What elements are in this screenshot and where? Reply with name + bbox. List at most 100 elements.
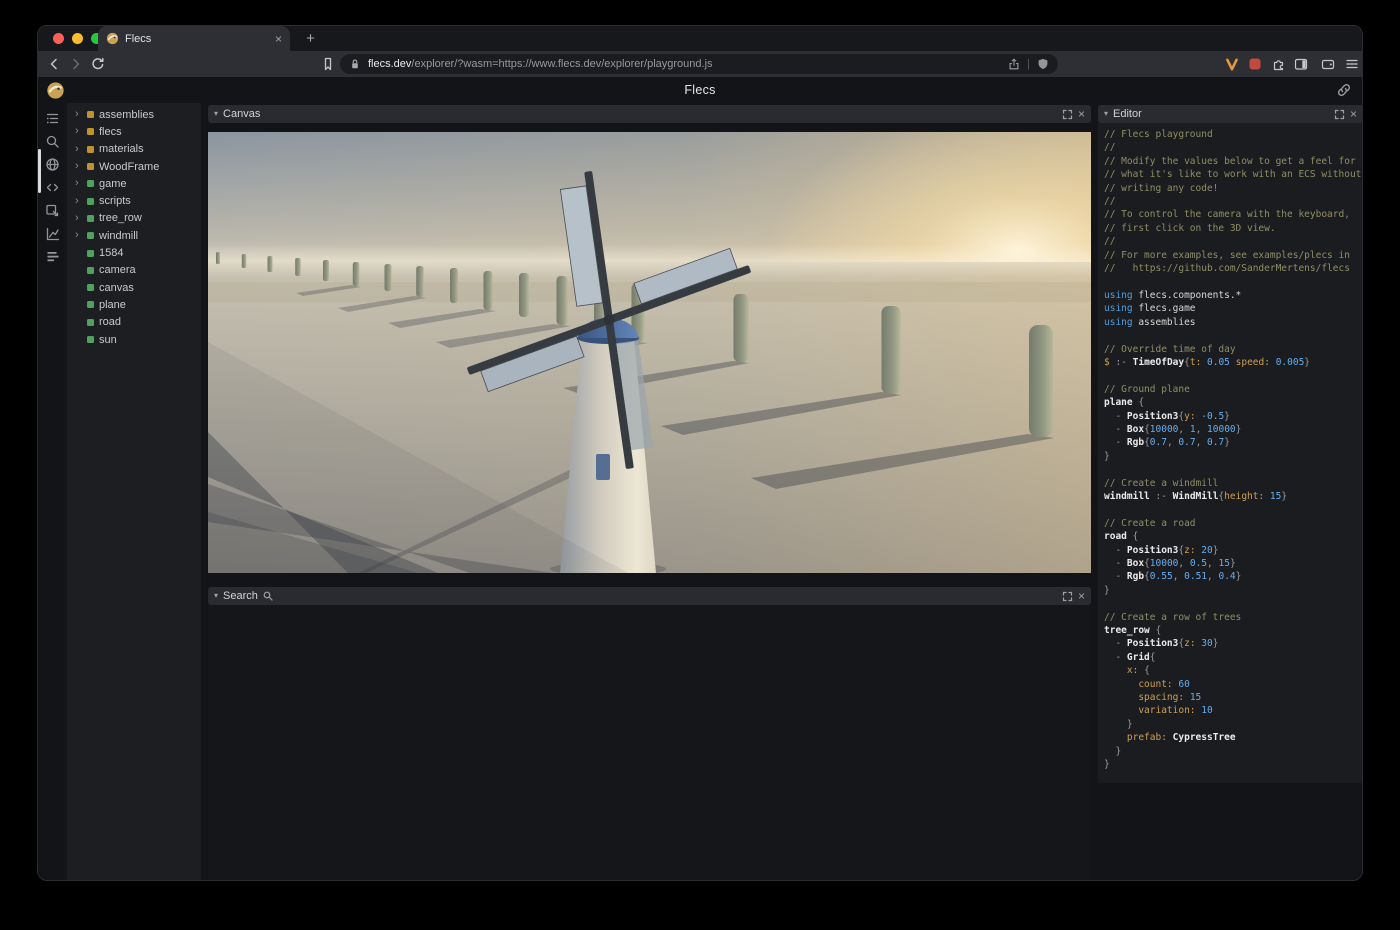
tree-item-label: flecs (99, 126, 122, 138)
tree-item-label: windmill (99, 230, 138, 242)
flecs-favicon (106, 32, 119, 45)
tree-item-1584[interactable]: ›1584 (67, 244, 201, 261)
code-icon[interactable] (45, 179, 61, 195)
expand-arrow-icon[interactable]: › (75, 213, 82, 224)
window-minimize-button[interactable] (72, 33, 83, 44)
tree-item-label: scripts (99, 195, 131, 207)
vpn-icon[interactable] (1224, 56, 1240, 72)
tree-item-scripts[interactable]: › scripts (67, 192, 201, 209)
tree-item-tree_row[interactable]: › tree_row (67, 210, 201, 227)
canvas-3d-view[interactable] (208, 132, 1091, 573)
windmill-scene (208, 132, 1091, 573)
tree-item-WoodFrame[interactable]: › WoodFrame (67, 158, 201, 175)
tree-item-label: WoodFrame (99, 161, 159, 173)
search-panel-body[interactable] (208, 605, 1091, 881)
entity-kind-swatch (87, 146, 94, 153)
search-icon[interactable] (45, 133, 61, 149)
inspect-icon[interactable] (45, 202, 61, 218)
browser-toolbar: flecs.dev/explorer/?wasm=https://www.fle… (38, 51, 1362, 77)
canvas-panel-header[interactable]: ▾ Canvas × (208, 105, 1091, 123)
shield-icon[interactable] (1036, 57, 1050, 71)
editor-panel-title: Editor (1113, 108, 1142, 120)
collapse-chevron-icon[interactable]: ▾ (214, 592, 218, 600)
menu-icon[interactable] (1344, 56, 1360, 72)
entity-kind-swatch (87, 250, 94, 257)
close-panel-icon[interactable]: × (1078, 590, 1085, 602)
address-bar[interactable]: flecs.dev/explorer/?wasm=https://www.fle… (340, 54, 1058, 74)
collapse-chevron-icon[interactable]: ▾ (1104, 110, 1108, 118)
tree-item-label: materials (99, 143, 144, 155)
entity-kind-swatch (87, 301, 94, 308)
url-host: flecs.dev (368, 58, 411, 70)
chart-icon[interactable] (45, 225, 61, 241)
entity-kind-swatch (87, 284, 94, 291)
tree-item-sun[interactable]: ›sun (67, 331, 201, 348)
tree-item-materials[interactable]: › materials (67, 141, 201, 158)
stats-icon[interactable] (45, 248, 61, 264)
entity-kind-swatch (87, 111, 94, 118)
wallet-icon[interactable] (1320, 56, 1336, 72)
expand-arrow-icon[interactable]: › (75, 178, 82, 189)
tree-item-label: camera (99, 264, 136, 276)
fullscreen-icon[interactable] (1334, 109, 1345, 120)
search-icon (263, 591, 273, 601)
tree-item-canvas[interactable]: ›canvas (67, 279, 201, 296)
expand-arrow-icon[interactable]: › (75, 126, 82, 137)
entity-kind-swatch (87, 163, 94, 170)
tree-item-label: game (99, 178, 127, 190)
new-tab-button[interactable]: + (300, 28, 321, 49)
fullscreen-icon[interactable] (1062, 109, 1073, 120)
expand-arrow-icon[interactable]: › (75, 161, 82, 172)
puzzle-icon[interactable] (1270, 56, 1286, 72)
app-header: Flecs (38, 77, 1362, 103)
close-panel-icon[interactable]: × (1078, 108, 1085, 120)
hierarchy-icon[interactable] (45, 110, 61, 126)
tree-item-label: assemblies (99, 109, 154, 121)
tree-item-assemblies[interactable]: › assemblies (67, 106, 201, 123)
link-icon[interactable] (1336, 82, 1352, 98)
tree-item-windmill[interactable]: › windmill (67, 227, 201, 244)
fullscreen-icon[interactable] (1062, 591, 1073, 602)
tree-item-flecs[interactable]: › flecs (67, 123, 201, 140)
url-path: /explorer/?wasm=https://www.flecs.dev/ex… (411, 58, 712, 70)
search-panel-header[interactable]: ▾ Search × (208, 587, 1091, 605)
globe-icon[interactable] (45, 156, 61, 172)
search-panel-title: Search (223, 590, 258, 602)
entity-kind-swatch (87, 198, 94, 205)
code-editor[interactable]: // Flecs playground//// Modify the value… (1098, 123, 1363, 783)
tree-item-plane[interactable]: ›plane (67, 296, 201, 313)
tab-strip: Flecs × + (38, 26, 1362, 51)
window-close-button[interactable] (53, 33, 64, 44)
expand-arrow-icon[interactable]: › (75, 196, 82, 207)
traffic-lights (53, 33, 102, 44)
reload-icon[interactable] (90, 56, 106, 72)
collapse-chevron-icon[interactable]: ▾ (214, 110, 218, 118)
tree-item-road[interactable]: ›road (67, 314, 201, 331)
extension-icon[interactable] (1247, 56, 1263, 72)
expand-arrow-icon[interactable]: › (75, 230, 82, 241)
share-icon[interactable] (1007, 57, 1021, 71)
back-icon[interactable] (46, 56, 62, 72)
browser-window: Flecs × + flecs.dev/explorer/?wasm=https… (37, 25, 1363, 881)
tree-item-label: tree_row (99, 212, 142, 224)
page-title: Flecs (38, 83, 1362, 97)
divider: | (1027, 58, 1030, 70)
browser-tab[interactable]: Flecs × (98, 26, 290, 51)
url-text[interactable]: flecs.dev/explorer/?wasm=https://www.fle… (368, 58, 1001, 70)
lock-icon[interactable] (348, 57, 362, 71)
entity-kind-swatch (87, 128, 94, 135)
tree-item-game[interactable]: › game (67, 175, 201, 192)
tab-close-icon[interactable]: × (275, 33, 282, 45)
editor-panel-header[interactable]: ▾ Editor × (1098, 105, 1363, 123)
tree-item-camera[interactable]: ›camera (67, 262, 201, 279)
expand-arrow-icon[interactable]: › (75, 144, 82, 155)
forward-icon[interactable] (68, 56, 84, 72)
sidebar-icon[interactable] (1293, 56, 1309, 72)
tab-title: Flecs (125, 33, 269, 45)
entity-kind-swatch (87, 319, 94, 326)
tree-item-label: 1584 (99, 247, 123, 259)
bookmark-icon[interactable] (320, 56, 336, 72)
expand-arrow-icon[interactable]: › (75, 109, 82, 120)
code-area[interactable]: // Flecs playground//// Modify the value… (1104, 128, 1363, 772)
close-panel-icon[interactable]: × (1350, 108, 1357, 120)
